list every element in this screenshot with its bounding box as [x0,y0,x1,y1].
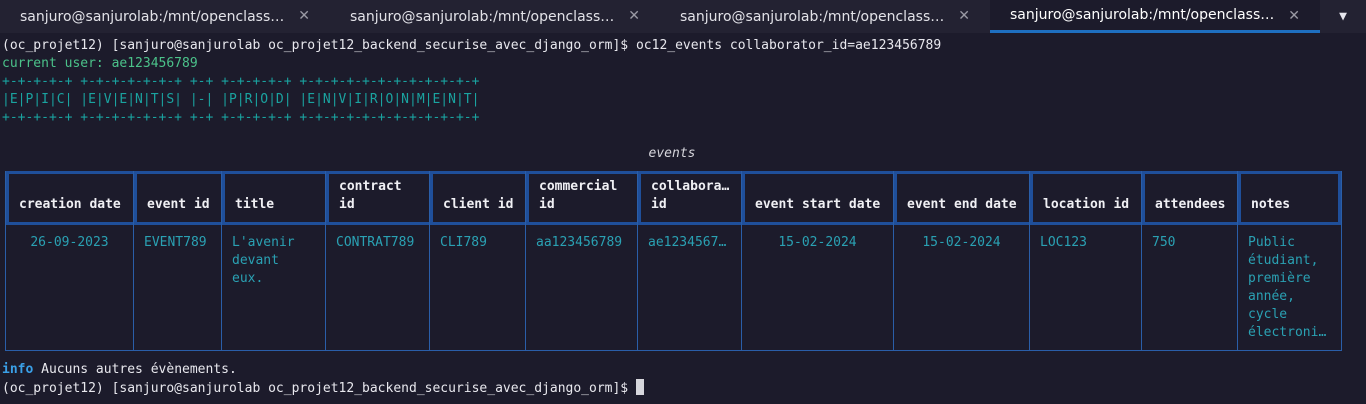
close-icon[interactable]: ✕ [628,8,640,24]
table-column: client id CLI789 [429,171,525,351]
command-line: (oc_projet12) [sanjuro@sanjurolab oc_pro… [2,38,942,53]
table-cell: 15-02-2024 [922,235,1001,250]
column-header: contract id [339,179,402,212]
table-header-cell: attendees [1142,171,1237,225]
banner-line-1: +-+-+-+-+ +-+-+-+-+-+-+ +-+ +-+-+-+-+ +-… [2,74,480,89]
table-cell: 15-02-2024 [778,235,857,250]
table-column: title L'avenir devant eux. [221,171,325,351]
tab-label: sanjuro@sanjurolab:/mnt/openclassro... [1010,7,1278,23]
table-cell: CLI789 [440,235,487,250]
chevron-down-icon[interactable]: ▼ [1320,0,1366,33]
column-header: attendees [1155,197,1226,212]
terminal-tab-4[interactable]: sanjuro@sanjurolab:/mnt/openclassro... ✕ [990,0,1320,33]
column-header: event id [147,197,210,212]
prompt: (oc_projet12) [sanjuro@sanjurolab oc_pro… [2,381,636,396]
text-cursor [635,379,644,395]
table-cell: L'avenir devant eux. [232,235,295,286]
table-cell: ae1234567… [648,235,727,250]
table-column: event end date 15-02-2024 [893,171,1029,351]
table-header-cell: contract id [326,171,429,225]
column-header: collabora… id [651,179,730,212]
table-column: event id EVENT789 [133,171,221,351]
table-header-cell: creation date [6,171,133,225]
table-title: events [648,146,696,161]
table-column: location id LOC123 [1029,171,1141,351]
table-column: collabora… id ae1234567… [637,171,741,351]
banner-line-2: |E|P|I|C| |E|V|E|N|T|S| |-| |P|R|O|D| |E… [2,92,480,107]
table-header-cell: notes [1238,171,1341,225]
terminal-tab-1[interactable]: sanjuro@sanjurolab:/mnt/openclassro... ✕ [0,0,330,33]
table-header-cell: title [222,171,325,225]
column-header: location id [1043,197,1130,212]
table-cell: 26-09-2023 [30,235,109,250]
table-column: event start date 15-02-2024 [741,171,893,351]
column-header: creation date [19,197,121,212]
table-column: notes Public étudiant, première année, cy… [1237,171,1342,351]
column-header: event end date [907,197,1017,212]
table-column: commercial id aa123456789 [525,171,637,351]
column-header: event start date [755,197,881,212]
terminal-tab-3[interactable]: sanjuro@sanjurolab:/mnt/openclassro... ✕ [660,0,990,33]
tab-label: sanjuro@sanjurolab:/mnt/openclassro... [680,8,948,25]
table-cell: 750 [1152,235,1176,250]
table-header-cell: location id [1030,171,1141,225]
table-cell: aa123456789 [536,235,623,250]
column-header: commercial id [539,179,618,212]
info-text: Aucuns autres évènements. [33,362,237,377]
column-header: notes [1251,197,1291,212]
column-header: client id [443,197,514,212]
table-column: creation date 26-09-2023 [5,171,133,351]
close-icon[interactable]: ✕ [298,8,310,24]
terminal-output[interactable]: (oc_projet12) [sanjuro@sanjurolab oc_pro… [2,37,1362,399]
tab-label: sanjuro@sanjurolab:/mnt/openclassro... [350,8,618,25]
banner-line-3: +-+-+-+-+ +-+-+-+-+-+-+ +-+ +-+-+-+-+ +-… [2,110,480,125]
table-header-cell: event start date [742,171,893,225]
info-label: info [2,362,34,377]
table-header-cell: commercial id [526,171,637,225]
column-header: title [235,197,275,212]
table-cell: Public étudiant, première année, cycle é… [1248,235,1327,340]
table-header-cell: event end date [894,171,1029,225]
prompt-line[interactable]: (oc_projet12) [sanjuro@sanjurolab oc_pro… [2,379,644,397]
table-header-cell: event id [134,171,221,225]
current-user-line: current user: ae123456789 [2,56,198,71]
table-column: attendees 750 [1141,171,1237,351]
tab-label: sanjuro@sanjurolab:/mnt/openclassro... [20,8,288,25]
table-cell: EVENT789 [144,235,207,250]
info-line: info Aucuns autres évènements. [2,361,237,379]
table-header-cell: client id [430,171,525,225]
close-icon[interactable]: ✕ [1288,8,1300,24]
table-cell: LOC123 [1040,235,1087,250]
close-icon[interactable]: ✕ [958,8,970,24]
table-cell: CONTRAT789 [336,235,415,250]
table-column: contract id CONTRAT789 [325,171,429,351]
tab-bar: sanjuro@sanjurolab:/mnt/openclassro... ✕… [0,0,1366,33]
table-header-cell: collabora… id [638,171,741,225]
events-table: creation date 26-09-2023 event id EVENT789 t… [5,171,1342,351]
terminal-tab-2[interactable]: sanjuro@sanjurolab:/mnt/openclassro... ✕ [330,0,660,33]
